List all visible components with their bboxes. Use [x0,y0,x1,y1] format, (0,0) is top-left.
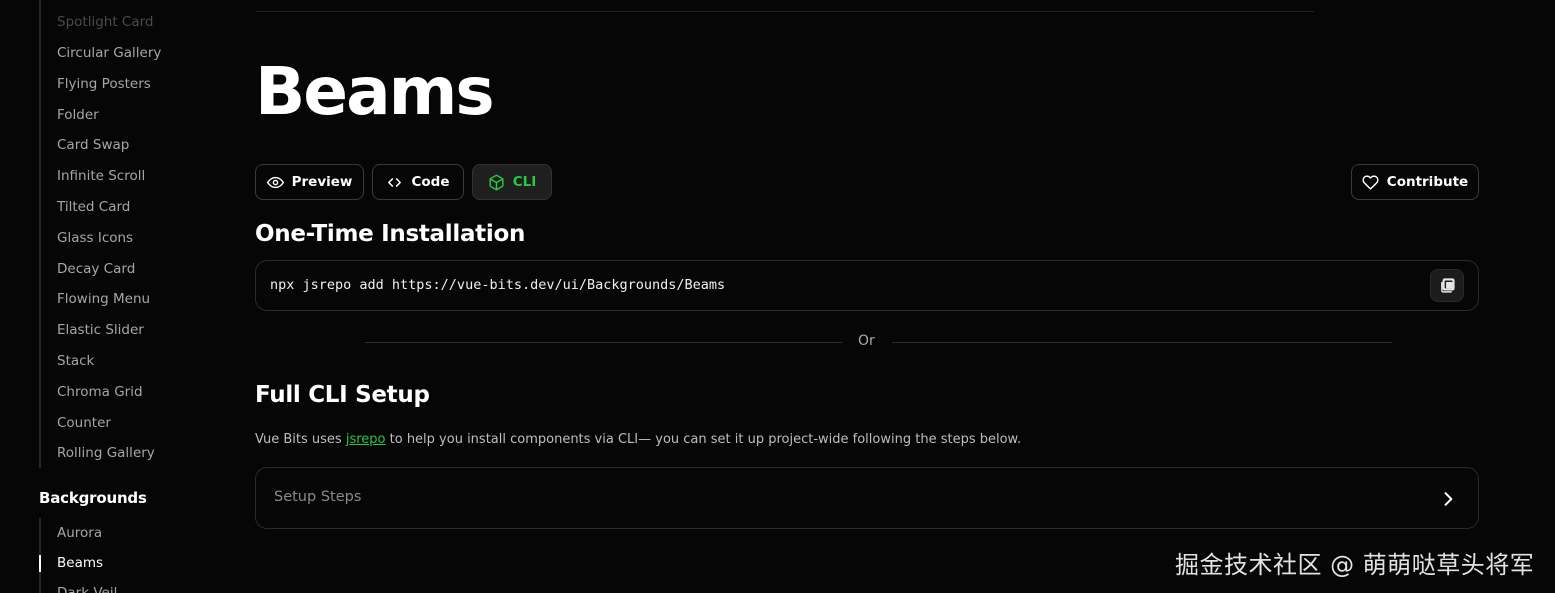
sidebar-item-circular-gallery[interactable]: Circular Gallery [57,44,161,62]
setup-steps-label: Setup Steps [274,489,362,505]
setup-description-start: Vue Bits uses [255,432,346,447]
sidebar-item-card-swap[interactable]: Card Swap [57,136,129,154]
sidebar-item-stack[interactable]: Stack [57,352,94,370]
sidebar-rail [39,0,41,468]
eye-icon [266,176,284,188]
sidebar-item-chroma-grid[interactable]: Chroma Grid [57,383,143,401]
page-title: Beams [255,53,495,130]
sidebar-item-counter[interactable]: Counter [57,414,111,432]
installation-heading: One-Time Installation [255,221,526,247]
contribute-button[interactable]: Contribute [1351,164,1479,200]
page: Spotlight Card Circular Gallery Flying P… [0,0,1555,593]
copy-button[interactable] [1430,269,1464,302]
tab-preview-label: Preview [291,174,353,190]
install-command[interactable]: npx jsrepo add https://vue-bits.dev/ui/B… [270,277,725,293]
sidebar-item-aurora[interactable]: Aurora [57,524,102,542]
code-brackets-icon [388,177,402,187]
or-line-right [892,342,1392,343]
or-line-left [365,342,842,343]
sidebar-item-elastic-slider[interactable]: Elastic Slider [57,321,144,339]
sidebar-section-backgrounds: Backgrounds [39,489,147,507]
chevron-right-icon [1444,492,1453,506]
setup-steps-accordion[interactable]: Setup Steps [255,467,1479,529]
sidebar-item-glass-icons[interactable]: Glass Icons [57,229,133,247]
tab-cli-label: CLI [512,174,537,190]
or-label: Or [858,333,875,349]
sidebar-item-tilted-card[interactable]: Tilted Card [57,198,130,216]
sidebar-item-rolling-gallery[interactable]: Rolling Gallery [57,444,155,462]
setup-description-end: to help you install components via CLI— … [385,432,1022,447]
tab-cli[interactable]: CLI [472,164,552,200]
install-command-box: npx jsrepo add https://vue-bits.dev/ui/B… [255,260,1479,311]
contribute-label: Contribute [1386,174,1469,190]
setup-description: Vue Bits uses jsrepo to help you install… [255,432,1021,447]
full-setup-heading: Full CLI Setup [255,382,430,408]
sidebar-item-spotlight-card[interactable]: Spotlight Card [57,13,153,31]
copy-icon [1440,278,1455,293]
sidebar: Spotlight Card Circular Gallery Flying P… [0,0,220,593]
tab-preview[interactable]: Preview [255,164,364,200]
tab-code[interactable]: Code [372,164,464,200]
sidebar-item-decay-card[interactable]: Decay Card [57,260,135,278]
sidebar-item-dark-veil[interactable]: Dark Veil [57,584,117,593]
watermark: 掘金技术社区 @ 萌萌哒草头将军 [1175,551,1535,579]
sidebar-active-marker [39,555,41,572]
sidebar-item-flying-posters[interactable]: Flying Posters [57,75,151,93]
jsrepo-link[interactable]: jsrepo [346,432,386,447]
or-divider: Or [365,333,1392,353]
sidebar-item-infinite-scroll[interactable]: Infinite Scroll [57,167,145,185]
sidebar-item-folder[interactable]: Folder [57,106,99,124]
top-divider [256,11,1314,12]
sidebar-item-beams[interactable]: Beams [57,554,103,572]
heart-icon [1362,174,1379,190]
sidebar-item-flowing-menu[interactable]: Flowing Menu [57,290,150,308]
tab-code-label: Code [411,174,450,190]
cube-icon [489,174,504,190]
